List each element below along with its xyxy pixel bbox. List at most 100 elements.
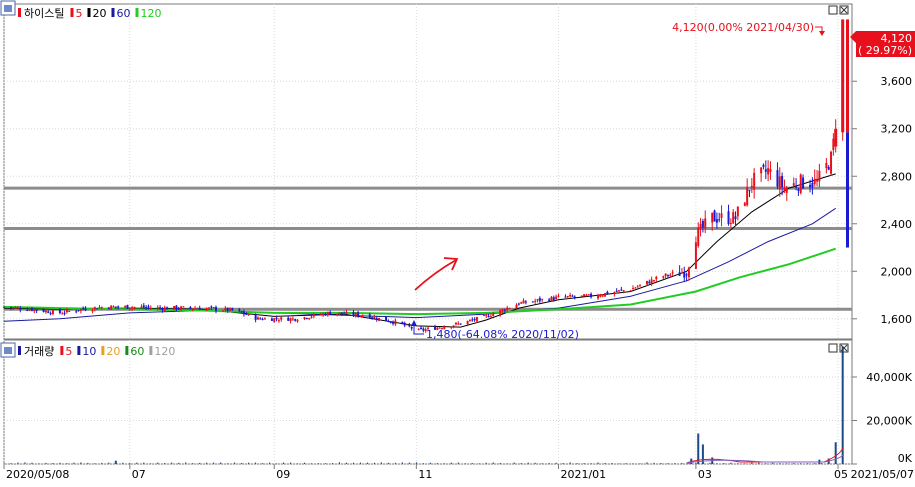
volume-bar	[185, 462, 187, 464]
x-tick-label: 11	[418, 468, 432, 481]
volume-bar	[527, 462, 529, 464]
volume-bar	[772, 462, 774, 464]
volume-bar	[534, 462, 536, 464]
candle-body	[501, 309, 504, 312]
volume-bar	[283, 462, 285, 464]
candle-body	[65, 309, 68, 313]
candle-body	[583, 294, 586, 297]
candle-body	[110, 305, 113, 310]
candle-body	[16, 307, 19, 309]
y-tick-label: 2,800	[881, 170, 913, 183]
candle-body	[830, 151, 833, 174]
candle-body	[305, 318, 308, 320]
candle-body	[606, 291, 609, 295]
volume-bar	[94, 463, 96, 464]
volume-bar	[478, 463, 480, 464]
candle-body	[580, 295, 583, 297]
volume-bar	[674, 463, 676, 464]
volume-bar	[199, 462, 201, 464]
volume-toggle-icon[interactable]	[0, 342, 16, 358]
volume-bar	[499, 462, 501, 464]
candle-body	[713, 210, 716, 222]
candle-body	[573, 296, 576, 298]
candle-body	[145, 307, 148, 309]
candle-body	[618, 290, 621, 292]
candle-body	[289, 318, 292, 322]
volume-bar	[45, 462, 47, 464]
candle-body	[541, 299, 544, 301]
volume-bar	[338, 462, 340, 464]
candle-body	[96, 308, 99, 310]
candle-body	[173, 306, 176, 310]
volume-bar	[569, 462, 571, 464]
volume-bar	[31, 462, 33, 464]
candle-body	[457, 323, 460, 325]
candle-body	[662, 276, 665, 278]
candle-body	[785, 187, 788, 193]
candle-body	[124, 305, 127, 307]
toggle-icon[interactable]	[0, 0, 16, 16]
volume-bar	[129, 462, 131, 464]
volume-bar	[3, 463, 5, 464]
candle-body	[84, 308, 87, 311]
candle-body	[19, 308, 22, 310]
candle-body	[387, 320, 390, 322]
candle-body	[585, 295, 588, 297]
candle-body	[564, 296, 567, 298]
candle-body	[571, 295, 574, 297]
candle-body	[142, 305, 145, 308]
candle-body	[58, 309, 61, 314]
candle-body	[114, 306, 117, 308]
candle-body	[224, 307, 227, 311]
candle-body	[149, 307, 152, 309]
volume-bar	[324, 463, 326, 464]
candle-body	[275, 317, 278, 320]
candle-body	[128, 308, 131, 310]
x-tick-label: 2021/01	[560, 468, 606, 481]
candle-body	[632, 288, 635, 290]
candle-body	[296, 320, 299, 322]
candle-body	[28, 309, 31, 311]
candle-body	[100, 307, 103, 309]
candle-body	[389, 321, 392, 323]
volume-bar	[485, 462, 487, 464]
candle-body	[524, 301, 527, 303]
volume-bar	[87, 462, 89, 464]
volume-bar	[366, 462, 368, 464]
legend-label: 120	[154, 345, 175, 358]
candle-body	[247, 313, 250, 316]
candle-body	[776, 170, 779, 187]
volume-y-tick-label: 20,000K	[866, 414, 912, 427]
candle-body	[408, 324, 411, 327]
candle-body	[454, 322, 457, 325]
candle-body	[196, 308, 199, 310]
volume-bar	[422, 463, 424, 464]
volume-bar	[800, 463, 802, 464]
candle-body	[750, 185, 753, 188]
candle-body	[270, 318, 273, 321]
volume-bar	[471, 463, 473, 464]
candle-body	[459, 323, 462, 325]
volume-bar	[436, 463, 438, 464]
candle-body	[767, 168, 770, 175]
candle-body	[645, 280, 648, 285]
candle-body	[175, 305, 178, 310]
volume-bar	[730, 462, 732, 464]
candle-body	[811, 183, 814, 188]
volume-bar	[290, 462, 292, 464]
legend-marker	[125, 346, 129, 355]
volume-bar	[192, 463, 194, 464]
candle-body	[729, 222, 732, 224]
candle-body	[373, 316, 376, 319]
legend-marker	[149, 346, 153, 355]
candle-body	[452, 325, 455, 327]
candle-body	[818, 170, 821, 182]
candle-body	[359, 315, 362, 317]
candle-body	[515, 304, 518, 309]
candle-body	[587, 294, 590, 296]
candle-body	[263, 318, 266, 320]
candle-body	[727, 211, 730, 224]
volume-bar	[765, 463, 767, 464]
volume-bar	[415, 462, 417, 464]
legend-label: 5	[65, 345, 72, 358]
